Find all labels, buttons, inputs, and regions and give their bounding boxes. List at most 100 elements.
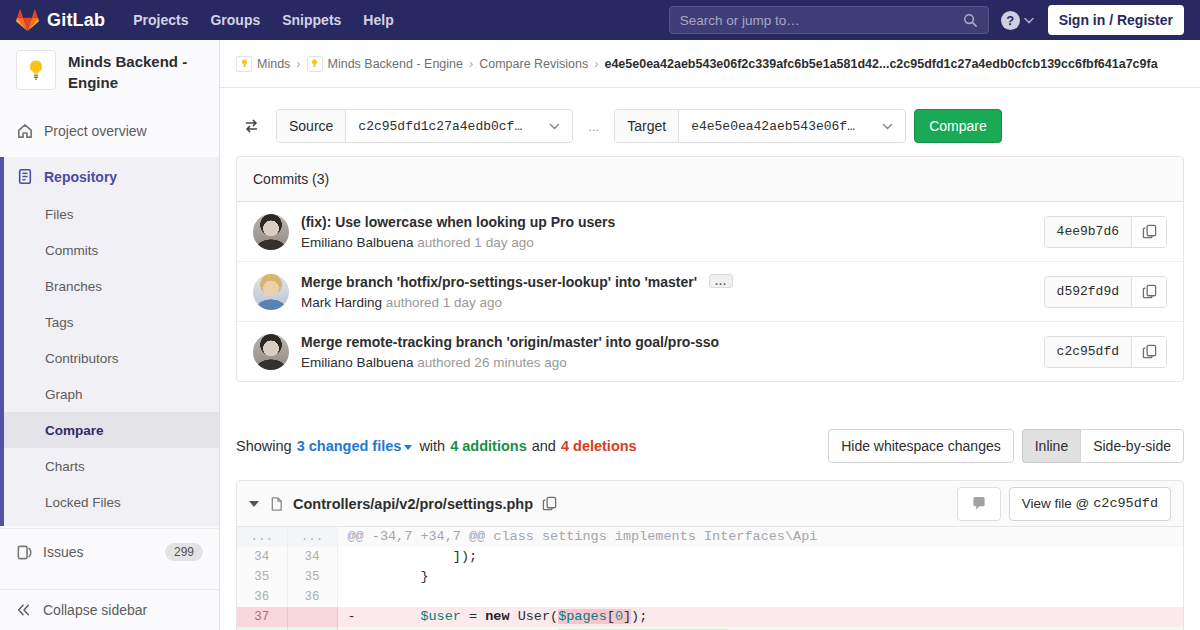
commit-sha-group: c2c95dfd bbox=[1044, 336, 1167, 368]
target-label: Target bbox=[615, 110, 679, 142]
question-icon: ? bbox=[1001, 11, 1020, 30]
compare-button[interactable]: Compare bbox=[914, 109, 1002, 143]
avatar bbox=[253, 214, 289, 250]
new-line-number[interactable]: 35 bbox=[287, 567, 337, 587]
breadcrumb-item[interactable]: Compare Revisions bbox=[479, 57, 588, 71]
project-head[interactable]: Minds Backend - Engine bbox=[0, 40, 219, 103]
sidebar-item-charts[interactable]: Charts bbox=[4, 448, 219, 484]
collapse-sidebar-button[interactable]: Collapse sidebar bbox=[0, 589, 219, 630]
breadcrumb-separator: › bbox=[296, 57, 300, 71]
diff-header-actions: View file @c2c95dfd bbox=[957, 487, 1171, 521]
summary-text: with bbox=[419, 438, 445, 454]
old-line-number[interactable]: 37 bbox=[237, 607, 287, 627]
sidebar-item-commits[interactable]: Commits bbox=[4, 232, 219, 268]
project-name: Minds Backend - Engine bbox=[68, 50, 205, 93]
target-group: Target e4e5e0ea42aeb543e06f… bbox=[614, 109, 906, 143]
commit-title[interactable]: Merge remote-tracking branch 'origin/mas… bbox=[301, 333, 1044, 352]
commit-sha[interactable]: c2c95dfd bbox=[1045, 337, 1132, 367]
commits-card-title: Commits (3) bbox=[237, 157, 1183, 202]
old-line-number[interactable]: ... bbox=[237, 527, 287, 547]
doc-text-icon bbox=[16, 168, 34, 185]
nav-item-help[interactable]: Help bbox=[363, 12, 393, 28]
inline-view-button[interactable]: Inline bbox=[1022, 429, 1080, 463]
project-avatar bbox=[16, 50, 56, 90]
commit-title[interactable]: Merge branch 'hotfix/pro-settings-user-l… bbox=[301, 273, 1044, 292]
commit-author[interactable]: Emiliano Balbuena bbox=[301, 355, 414, 370]
commit-meta: Emiliano Balbuena authored 26 minutes ag… bbox=[301, 355, 1044, 370]
chevron-down-icon bbox=[882, 123, 893, 130]
collapse-diff-caret-icon[interactable] bbox=[249, 501, 259, 507]
commits-card: Commits (3) (fix): Use lowercase when lo… bbox=[236, 156, 1184, 382]
nav-item-groups[interactable]: Groups bbox=[210, 12, 260, 28]
copy-sha-button[interactable] bbox=[1132, 217, 1166, 247]
copy-icon[interactable] bbox=[542, 496, 557, 511]
diff-file-card: Controllers/api/v2/pro/settings.php View… bbox=[236, 480, 1184, 630]
top-navbar: GitLab Projects Groups Snippets Help Search… bbox=[0, 0, 1200, 40]
commit-title[interactable]: (fix): Use lowercase when looking up Pro… bbox=[301, 213, 1044, 232]
issues-icon bbox=[16, 544, 33, 561]
old-line-number[interactable]: 34 bbox=[237, 547, 287, 567]
sidebar-item-issues[interactable]: Issues 299 bbox=[0, 528, 219, 575]
swap-revisions-button[interactable] bbox=[236, 109, 266, 143]
new-line-number[interactable] bbox=[287, 607, 337, 627]
diff-row: 3434 ]); bbox=[237, 547, 1183, 567]
diff-row: 3636 bbox=[237, 587, 1183, 607]
side-by-side-view-button[interactable]: Side-by-side bbox=[1080, 429, 1184, 463]
commit-sha-group: 4ee9b7d6 bbox=[1044, 216, 1167, 248]
gitlab-wordmark: GitLab bbox=[47, 10, 105, 31]
commit-sha[interactable]: d592fd9d bbox=[1045, 277, 1132, 307]
target-value: e4e5e0ea42aeb543e06f… bbox=[691, 119, 855, 134]
sidebar-item-graph[interactable]: Graph bbox=[4, 376, 219, 412]
sidebar-item-locked-files[interactable]: Locked Files bbox=[4, 484, 219, 520]
commit-row: Merge remote-tracking branch 'origin/mas… bbox=[237, 322, 1183, 381]
nav-item-snippets[interactable]: Snippets bbox=[282, 12, 341, 28]
nav-item-projects[interactable]: Projects bbox=[133, 12, 188, 28]
copy-icon bbox=[1142, 344, 1157, 359]
breadcrumb: Minds›Minds Backend - Engine›Compare Rev… bbox=[220, 40, 1200, 88]
sidebar-item-repository[interactable]: Repository bbox=[4, 157, 219, 196]
diff-summary: Showing 3 changed files with 4 additions… bbox=[236, 429, 1184, 463]
sidebar: Minds Backend - Engine Project overview … bbox=[0, 40, 220, 630]
toggle-comments-button[interactable] bbox=[957, 487, 1001, 521]
diff-row: 3535 } bbox=[237, 567, 1183, 587]
sidebar-item-project-overview[interactable]: Project overview bbox=[0, 113, 219, 149]
sidebar-item-compare[interactable]: Compare bbox=[4, 412, 219, 448]
breadcrumb-item[interactable]: Minds Backend - Engine bbox=[307, 56, 464, 72]
new-line-number[interactable]: ... bbox=[287, 527, 337, 547]
old-line-number[interactable]: 36 bbox=[237, 587, 287, 607]
sign-in-button[interactable]: Sign in / Register bbox=[1048, 5, 1184, 35]
diff-file-header: Controllers/api/v2/pro/settings.php View… bbox=[237, 481, 1183, 527]
commit-expander-button[interactable]: ... bbox=[709, 274, 733, 288]
changed-files-dropdown[interactable]: 3 changed files bbox=[297, 438, 415, 454]
new-line-number[interactable]: 36 bbox=[287, 587, 337, 607]
commit-author[interactable]: Emiliano Balbuena bbox=[301, 235, 414, 250]
diff-file-path[interactable]: Controllers/api/v2/pro/settings.php bbox=[293, 496, 533, 512]
search-input[interactable]: Search or jump to… bbox=[669, 6, 989, 34]
repository-sub-list: FilesCommitsBranchesTagsContributorsGrap… bbox=[4, 196, 219, 526]
issues-count-badge: 299 bbox=[165, 543, 203, 561]
commit-author[interactable]: Mark Harding bbox=[301, 295, 382, 310]
sidebar-item-label: Repository bbox=[44, 169, 117, 185]
sidebar-item-contributors[interactable]: Contributors bbox=[4, 340, 219, 376]
sidebar-item-tags[interactable]: Tags bbox=[4, 304, 219, 340]
source-branch-dropdown[interactable]: c2c95dfd1c27a4edb0cf… bbox=[346, 110, 572, 142]
collapse-sidebar-label: Collapse sidebar bbox=[43, 602, 147, 618]
copy-sha-button[interactable] bbox=[1132, 337, 1166, 367]
copy-sha-button[interactable] bbox=[1132, 277, 1166, 307]
commit-sha[interactable]: 4ee9b7d6 bbox=[1045, 217, 1132, 247]
breadcrumb-avatar bbox=[236, 56, 252, 72]
view-file-button[interactable]: View file @c2c95dfd bbox=[1009, 487, 1171, 521]
gitlab-logo[interactable]: GitLab bbox=[16, 9, 105, 32]
diff-line-content bbox=[337, 587, 1183, 607]
additions-count: 4 additions bbox=[450, 438, 527, 454]
sidebar-item-branches[interactable]: Branches bbox=[4, 268, 219, 304]
new-line-number[interactable]: 34 bbox=[287, 547, 337, 567]
target-branch-dropdown[interactable]: e4e5e0ea42aeb543e06f… bbox=[679, 110, 905, 142]
range-dots: ... bbox=[588, 119, 599, 134]
breadcrumb-item[interactable]: Minds bbox=[236, 56, 290, 72]
sidebar-item-files[interactable]: Files bbox=[4, 196, 219, 232]
view-file-label: View file @ bbox=[1022, 496, 1089, 511]
hide-whitespace-button[interactable]: Hide whitespace changes bbox=[828, 429, 1014, 463]
help-dropdown[interactable]: ? bbox=[1001, 11, 1034, 30]
old-line-number[interactable]: 35 bbox=[237, 567, 287, 587]
